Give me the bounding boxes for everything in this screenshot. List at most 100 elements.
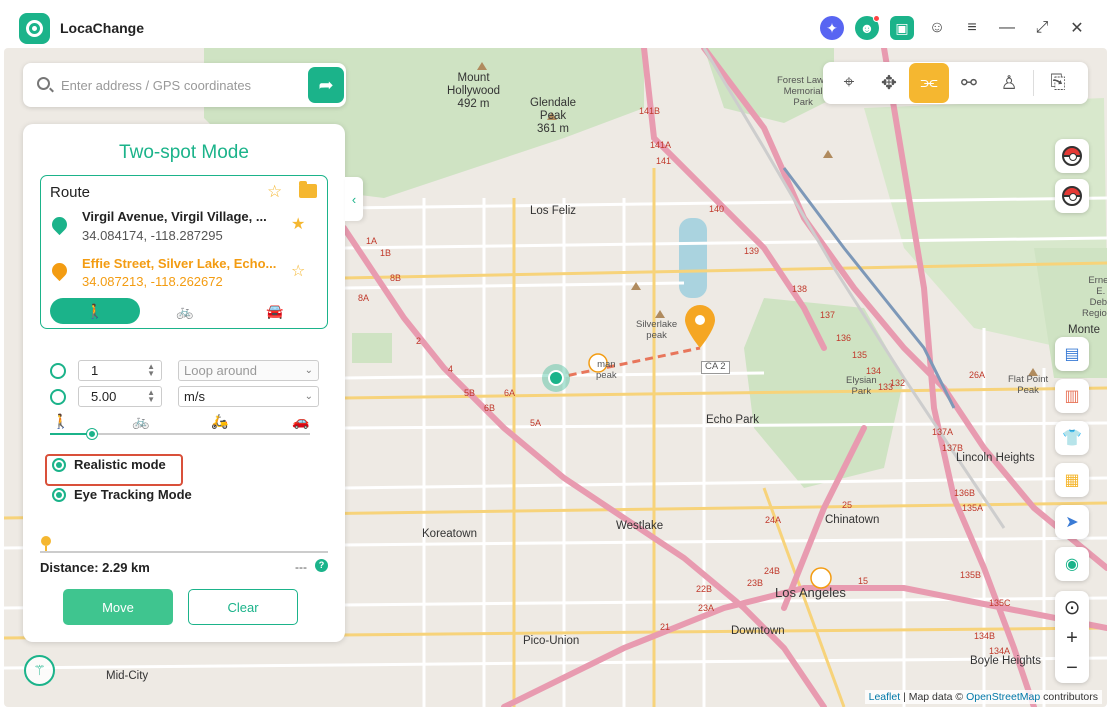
speed-unit-select[interactable]: m/s ⌄ <box>178 386 319 407</box>
stepper-arrows-icon[interactable]: ▲ ▼ <box>147 389 155 403</box>
bag-icon[interactable]: ▣ <box>890 16 914 40</box>
highway-label: 24A <box>765 515 782 525</box>
highway-label: 140 <box>709 204 725 214</box>
chat-icon[interactable]: ☺ <box>925 16 949 40</box>
go-button[interactable]: ➦ <box>308 67 344 103</box>
menu-icon[interactable]: ≡ <box>960 16 984 40</box>
attribution-text: | Map data © <box>900 691 967 703</box>
app-title: LocaChange <box>60 20 145 36</box>
start-coordinates: 34.084174, -118.287295 <box>82 228 223 243</box>
highway-label: 134B <box>974 631 996 641</box>
map-label: Los Angeles <box>775 585 846 600</box>
highway-label: 4 <box>448 364 454 374</box>
leaflet-link[interactable]: Leaflet <box>869 691 901 703</box>
send-button[interactable]: ➤ <box>1055 505 1089 539</box>
highway-label: 141B <box>639 106 661 116</box>
user-icon[interactable]: ☻ <box>855 15 880 40</box>
end-favorite-star-icon[interactable]: ☆ <box>291 261 305 281</box>
locate-icon[interactable]: ⊙ <box>1064 595 1081 620</box>
start-favorite-star-icon[interactable]: ★ <box>291 214 305 234</box>
map-label: Downtown <box>731 625 785 637</box>
expand-icon[interactable]: ⤢ <box>1030 16 1054 40</box>
screen-mirror-button[interactable]: ▤ <box>1055 337 1089 371</box>
bike-mode-button[interactable]: 🚲 <box>140 298 230 324</box>
loop-count-stepper[interactable]: 1 ▲ ▼ <box>78 360 162 381</box>
car-speed-icon: 🚗 <box>292 413 310 429</box>
car-mode-button[interactable]: 🚘 <box>230 298 320 324</box>
user-glyph: ☻ <box>859 20 875 36</box>
speed-stepper[interactable]: 5.00 ▲ ▼ <box>78 386 162 407</box>
map-label: Glendale Peak 361 m <box>530 97 576 137</box>
pokeball-button-2[interactable] <box>1055 179 1089 213</box>
toggle-button[interactable]: ◉ <box>1055 547 1089 581</box>
highway-label: 137 <box>820 310 836 320</box>
minimize-icon[interactable]: — <box>995 16 1019 40</box>
multi-spot-mode-icon[interactable]: ⚯ <box>949 63 989 103</box>
highway-label: 141 <box>656 156 672 166</box>
folder-icon[interactable] <box>299 181 317 198</box>
speed-slider[interactable] <box>50 429 310 439</box>
loop-mode-select[interactable]: Loop around ⌄ <box>178 360 319 381</box>
highway-label: 15 <box>858 576 869 586</box>
end-address: Effie Street, Silver Lake, Echo... <box>82 256 277 271</box>
highway-label: 6B <box>484 403 496 413</box>
profile-mode-icon[interactable]: ♙ <box>989 63 1029 103</box>
folder-button[interactable]: ▦ <box>1055 463 1089 497</box>
osm-link[interactable]: OpenStreetMap <box>966 691 1040 703</box>
eye-tracking-option[interactable]: Eye Tracking Mode <box>52 487 192 502</box>
map-label: CA 2 <box>701 361 730 374</box>
highway-label: 135A <box>962 503 984 513</box>
map-label: Monte <box>1068 324 1100 336</box>
loop-mode-value: Loop around <box>184 363 258 378</box>
map-label: Ernes E. Debs Regional <box>1082 275 1107 320</box>
map-label-text: Silverlake peak <box>636 319 678 341</box>
map-label-text: Mount Hollywood 492 m <box>447 72 501 111</box>
highway-label: 25 <box>842 500 853 510</box>
joystick-mode-icon[interactable]: ✥ <box>869 63 909 103</box>
highway-label: 138 <box>792 284 808 294</box>
speed-slider-handle[interactable] <box>86 429 97 439</box>
speedometer-icon <box>50 388 66 405</box>
close-icon[interactable]: ✕ <box>1065 16 1089 40</box>
highway-label: 26A <box>969 370 986 380</box>
move-button[interactable]: Move <box>63 589 173 625</box>
discord-icon[interactable]: ✦ <box>820 16 844 40</box>
pokeball-icon <box>1062 146 1082 166</box>
search-icon <box>37 77 50 90</box>
map-label-text: Glendale Peak 361 m <box>530 97 577 136</box>
zoom-in-button[interactable]: + <box>1066 627 1078 650</box>
help-icon[interactable]: ? <box>315 559 328 572</box>
speed-unit-value: m/s <box>184 389 205 404</box>
zoom-controls: ⊙ + − <box>1055 591 1089 683</box>
search-input[interactable] <box>61 73 321 97</box>
save-route-star-icon[interactable]: ☆ <box>267 182 282 202</box>
scooter-speed-icon: 🛵 <box>211 413 229 429</box>
walk-mode-button[interactable]: 🚶 <box>50 298 140 324</box>
clear-button[interactable]: Clear <box>188 589 298 625</box>
zoom-out-button[interactable]: − <box>1066 657 1078 680</box>
map-label: Flat Point Peak <box>1008 374 1048 397</box>
shirt-button[interactable]: 👕 <box>1055 421 1089 455</box>
stepper-arrows-icon[interactable]: ▲ ▼ <box>147 363 155 377</box>
highway-label: 1B <box>380 248 392 258</box>
movement-settings: 1 ▲ ▼ Loop around ⌄ 5.00 ▲ ▼ m/s ⌄ 🚶 🚲 🛵 🚗 <box>40 352 328 514</box>
pokeball-button[interactable] <box>1055 139 1089 173</box>
history-icon[interactable]: ⎘ <box>1038 63 1078 103</box>
speed-slider-fill <box>50 433 92 435</box>
map-label: man peak <box>596 359 617 382</box>
cards-button[interactable]: ▥ <box>1055 379 1089 413</box>
mode-toolbar: ⌖ ✥ ⫘ ⚯ ♙ ⎘ <box>823 62 1088 104</box>
two-spot-mode-icon[interactable]: ⫘ <box>909 63 949 103</box>
map-label: Boyle Heights <box>970 655 1041 667</box>
teleport-mode-icon[interactable]: ⌖ <box>829 63 869 103</box>
map-label: Koreatown <box>422 528 477 540</box>
remaining-value: --- <box>295 560 307 574</box>
loop-count-value: 1 <box>91 363 99 378</box>
map-attribution: Leaflet | Map data © OpenStreetMap contr… <box>864 690 1102 704</box>
map-label: Lincoln Heights <box>956 452 1035 464</box>
highway-label: 135C <box>989 598 1011 608</box>
end-coordinates: 34.087213, -118.262672 <box>82 274 223 289</box>
compass-logo-icon[interactable]: ⚚ <box>24 655 55 686</box>
collapse-panel-button[interactable]: ‹ <box>345 177 363 221</box>
eye-tracking-radio[interactable] <box>52 487 66 502</box>
